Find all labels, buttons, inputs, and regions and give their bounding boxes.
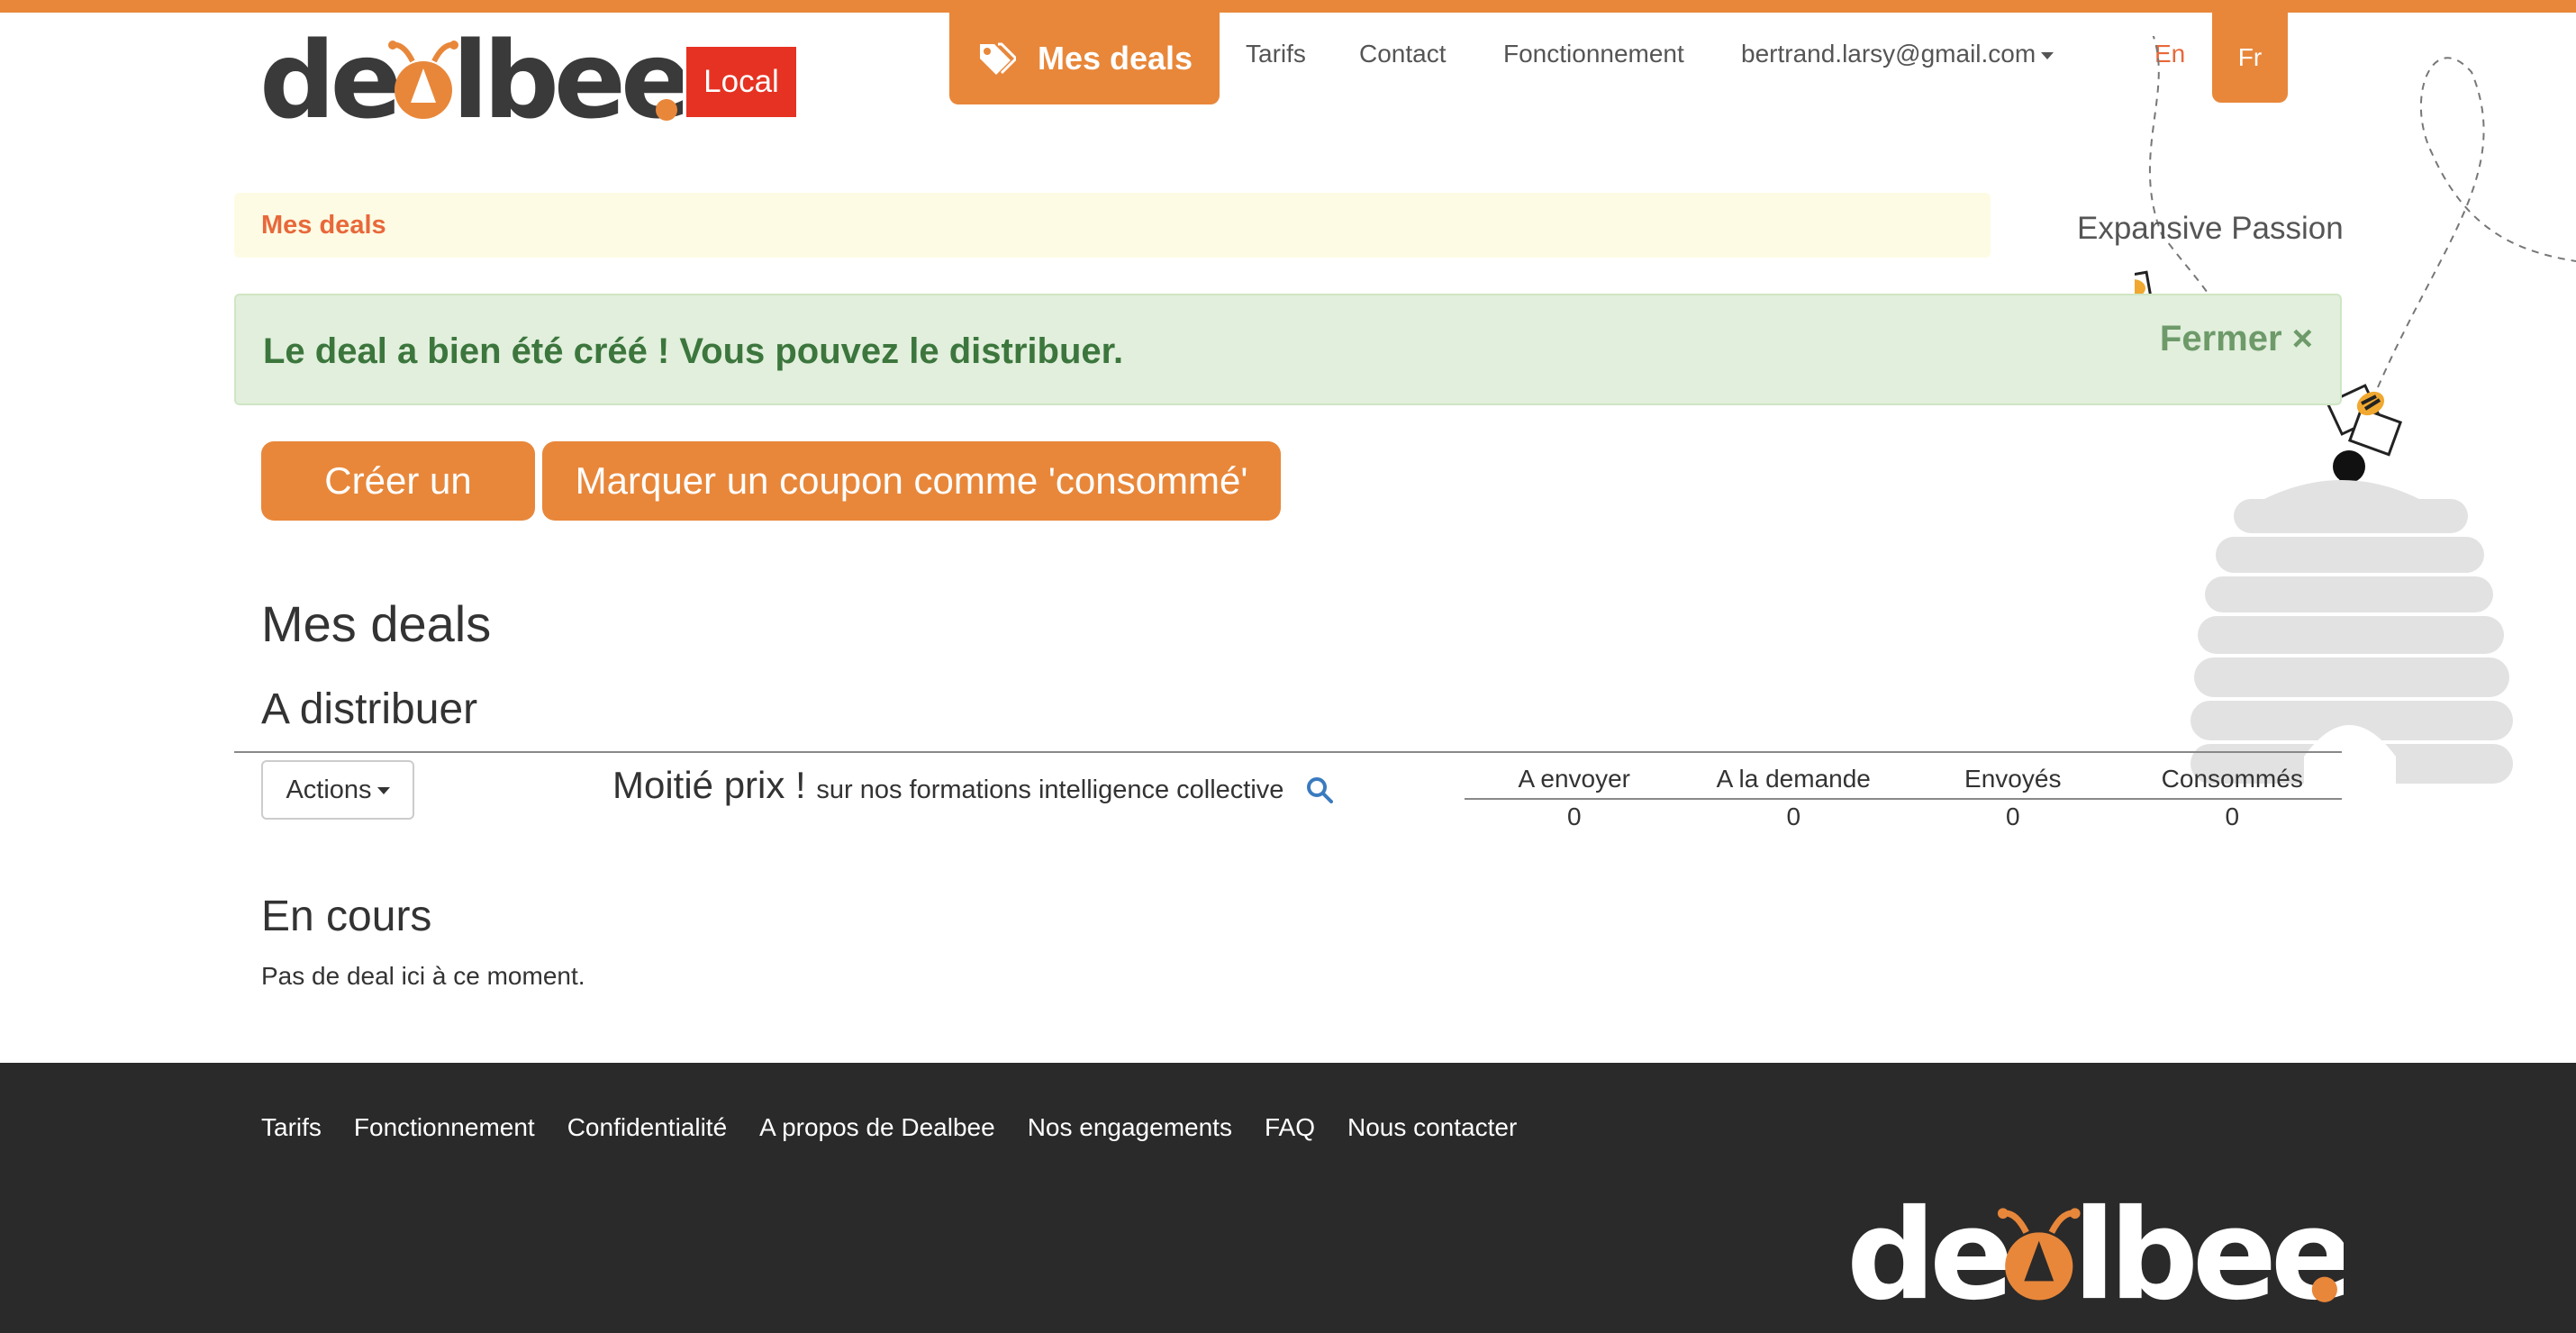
footer-dealbee-logo: de lbee bbox=[1846, 1196, 2344, 1313]
stat-value: 0 bbox=[1786, 803, 1801, 830]
alert-message: Le deal a bien été créé ! Vous pouvez le… bbox=[263, 331, 1124, 371]
local-badge: Local bbox=[686, 47, 796, 117]
section-heading-in-progress: En cours bbox=[261, 893, 432, 940]
lang-en[interactable]: En bbox=[2154, 40, 2185, 68]
deal-title: Moitié prix ! sur nos formations intelli… bbox=[612, 764, 1283, 807]
create-deal-button[interactable]: Créer un deal bbox=[261, 441, 535, 581]
breadcrumb: Mes deals bbox=[234, 193, 1991, 258]
search-icon[interactable] bbox=[1306, 776, 1333, 803]
deal-stats-table: A envoyer A la demande Envoyés Consommés… bbox=[1465, 762, 2342, 834]
user-email: bertrand.larsy@gmail.com bbox=[1741, 40, 2036, 68]
footer-links: Tarifs Fonctionnement Confidentialité A … bbox=[261, 1113, 1517, 1142]
footer-link-confidentialite[interactable]: Confidentialité bbox=[567, 1113, 727, 1142]
top-accent-bar bbox=[0, 0, 2576, 13]
divider bbox=[234, 751, 2342, 753]
tag-icon bbox=[979, 42, 1016, 75]
mark-coupon-consumed-button[interactable]: Marquer un coupon comme 'consommé' bbox=[542, 441, 1281, 521]
stat-header: Envoyés bbox=[1964, 765, 2062, 793]
deal-subtitle: sur nos formations intelligence collecti… bbox=[816, 775, 1284, 804]
svg-text:lbee: lbee bbox=[452, 34, 683, 133]
footer-link-faq[interactable]: FAQ bbox=[1265, 1113, 1315, 1142]
svg-text:lbee: lbee bbox=[2073, 1196, 2344, 1313]
footer-link-a-propos[interactable]: A propos de Dealbee bbox=[759, 1113, 995, 1142]
alert-close-button[interactable]: Fermer × bbox=[2160, 319, 2313, 359]
success-alert: Le deal a bien été créé ! Vous pouvez le… bbox=[234, 294, 2342, 405]
svg-text:de: de bbox=[1846, 1196, 2009, 1313]
company-name: Expansive Passion bbox=[2077, 211, 2344, 246]
stat-value: 0 bbox=[1566, 803, 1582, 830]
stat-value: 0 bbox=[2225, 803, 2240, 830]
nav-contact[interactable]: Contact bbox=[1359, 40, 1447, 68]
nav-mes-deals[interactable]: Mes deals bbox=[949, 13, 1220, 104]
empty-state-text: Pas de deal ici à ce moment. bbox=[261, 962, 585, 990]
stats-value-row: 0 0 0 0 bbox=[1465, 800, 2342, 834]
nav-tarifs[interactable]: Tarifs bbox=[1246, 40, 1306, 68]
breadcrumb-item: Mes deals bbox=[261, 211, 386, 240]
footer-link-tarifs[interactable]: Tarifs bbox=[261, 1113, 322, 1142]
caret-down-icon bbox=[376, 787, 390, 795]
stat-header: A la demande bbox=[1716, 765, 1871, 793]
stat-value: 0 bbox=[2005, 803, 2020, 830]
beehive-illustration bbox=[2135, 36, 2576, 807]
lang-fr[interactable]: Fr bbox=[2212, 13, 2288, 103]
footer-link-engagements[interactable]: Nos engagements bbox=[1028, 1113, 1232, 1142]
dealbee-logo[interactable]: de lbee bbox=[259, 34, 683, 133]
footer: Tarifs Fonctionnement Confidentialité A … bbox=[0, 1063, 2576, 1333]
section-heading-to-distribute: A distribuer bbox=[261, 685, 478, 733]
actions-dropdown[interactable]: Actions bbox=[261, 760, 414, 820]
footer-link-contact[interactable]: Nous contacter bbox=[1347, 1113, 1517, 1142]
nav-fonctionnement[interactable]: Fonctionnement bbox=[1503, 40, 1684, 68]
actions-label: Actions bbox=[286, 775, 372, 804]
footer-link-fonctionnement[interactable]: Fonctionnement bbox=[354, 1113, 535, 1142]
nav-mes-deals-label: Mes deals bbox=[1037, 40, 1193, 77]
deal-title-main: Moitié prix ! bbox=[612, 764, 806, 806]
caret-down-icon bbox=[2041, 51, 2054, 59]
stats-header-row: A envoyer A la demande Envoyés Consommés bbox=[1465, 762, 2342, 800]
stat-header: Consommés bbox=[2161, 765, 2303, 793]
svg-text:de: de bbox=[259, 34, 397, 133]
user-menu[interactable]: bertrand.larsy@gmail.com bbox=[1741, 40, 2054, 68]
page-title: Mes deals bbox=[261, 595, 492, 652]
stat-header: A envoyer bbox=[1518, 765, 1631, 793]
